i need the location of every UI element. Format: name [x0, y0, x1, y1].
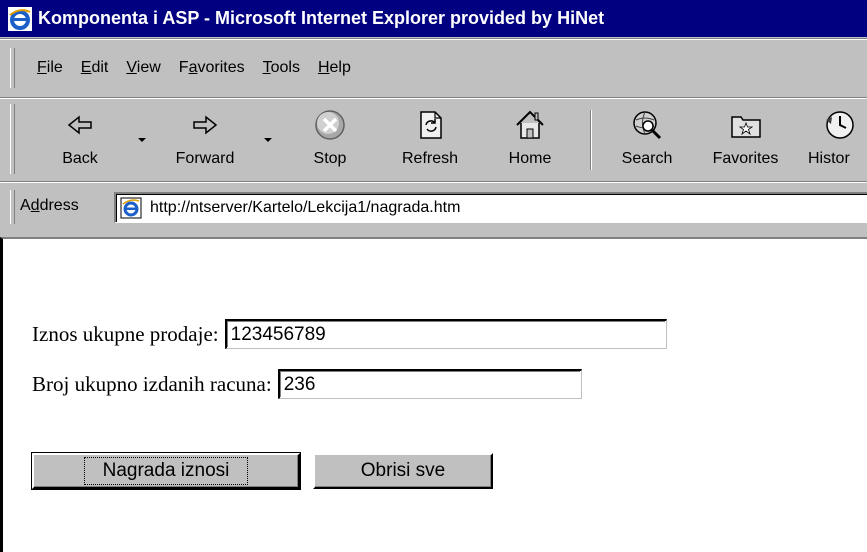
forward-dropdown-arrow[interactable]	[264, 138, 272, 142]
refresh-button[interactable]: Refresh	[390, 104, 470, 178]
menu-bar: File Edit View Favorites Tools Help	[0, 40, 867, 96]
menu-edit[interactable]: Edit	[81, 59, 109, 77]
home-icon	[516, 110, 544, 139]
back-arrow-icon	[67, 115, 92, 135]
sales-row: Iznos ukupne prodaje: 123456789	[32, 319, 667, 349]
ie-logo-icon	[8, 6, 32, 31]
clear-all-label: Obrisi sve	[360, 460, 446, 481]
invoices-input-value: 236	[283, 373, 316, 395]
home-button[interactable]: Home	[500, 104, 560, 178]
menu-help[interactable]: Help	[318, 59, 351, 77]
back-dropdown-arrow[interactable]	[138, 138, 146, 142]
title-bar[interactable]: Komponenta i ASP - Microsoft Internet Ex…	[0, 0, 867, 37]
stop-icon	[315, 110, 345, 140]
forward-arrow-icon	[193, 115, 218, 135]
address-bar: Address http://ntserver/Kartelo/Lekcija1…	[0, 184, 867, 232]
menu-file[interactable]: File	[37, 59, 63, 77]
sales-label: Iznos ukupne prodaje:	[32, 321, 219, 346]
history-button[interactable]: Histor	[808, 104, 867, 178]
divider	[0, 181, 867, 183]
menu-favorites[interactable]: Favorites	[179, 59, 245, 77]
sales-input-value: 123456789	[230, 323, 326, 345]
favorites-folder-icon	[730, 116, 761, 138]
search-globe-icon	[633, 111, 662, 140]
forward-button[interactable]: Forward	[160, 104, 250, 178]
search-button[interactable]: Search	[612, 104, 682, 178]
calculate-reward-button[interactable]: Nagrada iznosi	[31, 452, 301, 490]
menu-view[interactable]: View	[126, 59, 160, 77]
invoices-input[interactable]: 236	[277, 369, 582, 399]
address-url: http://ntserver/Kartelo/Lekcija1/nagrada…	[150, 199, 461, 216]
back-button[interactable]: Back	[50, 104, 110, 178]
window-title: Komponenta i ASP - Microsoft Internet Ex…	[38, 8, 605, 28]
invoices-label: Broj ukupno izdanih racuna:	[32, 371, 272, 396]
toolbar-grip[interactable]	[10, 104, 15, 174]
history-icon	[826, 111, 854, 139]
refresh-icon	[420, 111, 442, 139]
address-input[interactable]: http://ntserver/Kartelo/Lekcija1/nagrada…	[114, 192, 867, 223]
sales-input[interactable]: 123456789	[224, 319, 667, 349]
favorites-button[interactable]: Favorites	[698, 104, 793, 178]
ie-page-icon	[120, 197, 142, 219]
divider	[0, 97, 867, 99]
clear-all-button[interactable]: Obrisi sve	[313, 453, 493, 489]
menu-tools[interactable]: Tools	[263, 59, 300, 77]
standard-toolbar: Back Forward Stop Refresh Home Search Fa…	[0, 100, 867, 180]
toolbar-separator	[590, 110, 592, 170]
addressbar-grip[interactable]	[10, 190, 15, 224]
invoices-row: Broj ukupno izdanih racuna: 236	[32, 369, 582, 399]
calculate-reward-label: Nagrada iznosi	[83, 457, 249, 485]
stop-button[interactable]: Stop	[300, 104, 360, 178]
address-label: Address	[20, 197, 79, 214]
menubar-grip[interactable]	[10, 48, 15, 88]
